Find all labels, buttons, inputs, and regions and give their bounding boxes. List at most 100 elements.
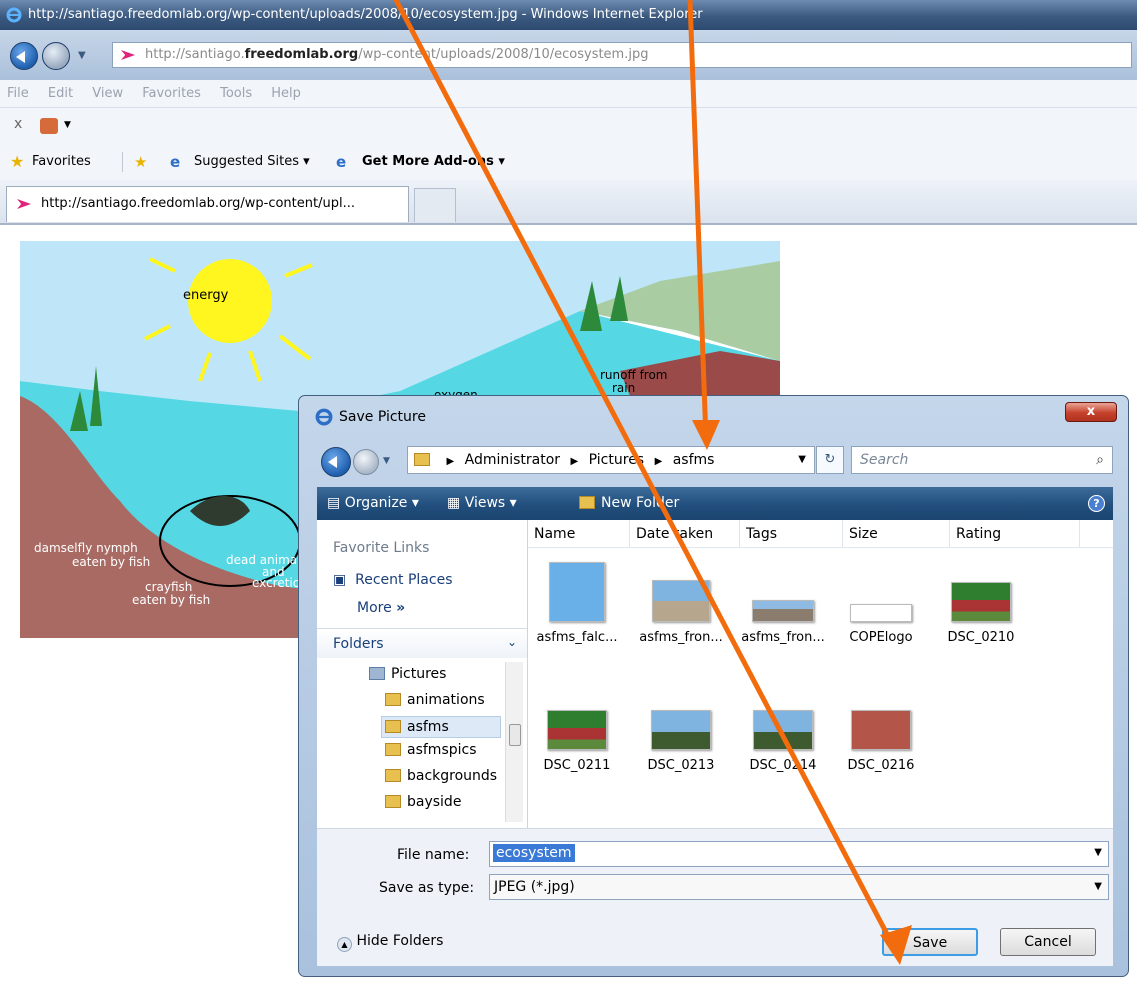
new-folder-label: New Folder <box>601 495 680 511</box>
column-name[interactable]: Name <box>528 520 630 548</box>
new-folder-button[interactable]: New Folder <box>579 487 679 520</box>
file-thumbnail <box>652 580 710 622</box>
folder-backgrounds[interactable]: backgrounds <box>385 768 503 784</box>
help-icon[interactable]: ? <box>1088 495 1105 512</box>
file-name: DSC_0216 <box>847 758 915 773</box>
scrollbar-thumb[interactable] <box>509 724 521 746</box>
breadcrumb-asfms[interactable]: asfms <box>673 452 715 468</box>
add-favorites-icon[interactable]: ★ <box>134 144 147 180</box>
folder-bayside[interactable]: bayside <box>385 794 461 810</box>
more-chevron-icon: » <box>396 600 406 616</box>
column-size[interactable]: Size <box>843 520 950 548</box>
folder-label: asfmspics <box>407 742 477 758</box>
get-addons-button[interactable]: Get More Add-ons ▾ <box>362 144 505 180</box>
recent-locations-icon[interactable]: ▼ <box>383 456 390 466</box>
file-item[interactable]: DSC_0211 <box>528 710 626 773</box>
forward-button[interactable] <box>42 42 70 70</box>
file-item[interactable]: COPElogo <box>832 562 930 645</box>
file-name: DSC_0210 <box>947 630 1015 645</box>
folder-label: bayside <box>407 794 462 810</box>
address-bar[interactable]: http://santiago.freedomlab.org/wp-conten… <box>112 42 1132 68</box>
menu-tools[interactable]: Tools <box>220 86 252 101</box>
file-name: DSC_0214 <box>749 758 817 773</box>
folder-icon <box>385 795 401 808</box>
file-item[interactable]: asfms_fron... <box>734 562 832 645</box>
breadcrumb-administrator[interactable]: Administrator <box>465 452 560 468</box>
tab-label: http://santiago.freedomlab.org/wp-conten… <box>41 196 355 211</box>
search-input[interactable]: Search ⌕ <box>851 446 1113 474</box>
menu-edit[interactable]: Edit <box>48 86 73 101</box>
recent-places-link[interactable]: ▣ Recent Places <box>333 572 453 588</box>
folder-icon <box>414 453 430 466</box>
chevron-down-icon[interactable]: ▼ <box>64 120 71 130</box>
more-link[interactable]: More » <box>357 600 405 616</box>
folder-pictures[interactable]: Pictures <box>369 666 446 682</box>
dialog-back-button[interactable] <box>321 447 351 477</box>
close-x-icon[interactable]: x <box>14 116 22 132</box>
new-tab-button[interactable] <box>414 188 456 222</box>
browser-title: http://santiago.freedomlab.org/wp-conten… <box>28 7 703 22</box>
hide-folders-label: Hide Folders <box>356 933 444 949</box>
views-label: Views <box>464 495 506 511</box>
refresh-button[interactable]: ↻ <box>816 446 844 474</box>
chevron-down-icon[interactable]: ▼ <box>798 447 806 473</box>
menu-file[interactable]: File <box>7 86 29 101</box>
file-name-value: ecosystem <box>493 844 575 862</box>
divider <box>122 152 123 172</box>
menu-view[interactable]: View <box>92 86 123 101</box>
more-label: More <box>357 600 392 616</box>
dialog-close-button[interactable]: x <box>1065 402 1117 422</box>
toolbar-tool-icon[interactable] <box>40 118 58 134</box>
address-domain: freedomlab.org <box>244 47 359 62</box>
organize-button[interactable]: ▤ Organize ▾ <box>327 487 419 520</box>
file-item[interactable]: DSC_0213 <box>632 710 730 773</box>
file-name-field[interactable]: ecosystem ▼ <box>489 841 1109 867</box>
chevron-down-icon: ▼ <box>1094 881 1102 892</box>
save-picture-dialog: Save Picture x ▼ ▶ Administrator ▶ Pictu… <box>298 395 1129 977</box>
folder-label: animations <box>407 692 485 708</box>
history-dropdown-icon[interactable]: ▼ <box>78 50 86 61</box>
file-item[interactable]: asfms_falc... <box>528 562 626 645</box>
folders-header[interactable]: Folders ⌄ <box>317 628 527 658</box>
site-favicon-icon <box>121 50 135 60</box>
search-icon[interactable]: ⌕ <box>1096 447 1104 473</box>
suggested-sites-label: Suggested Sites <box>194 154 299 169</box>
breadcrumb[interactable]: ▶ Administrator ▶ Pictures ▶ asfms ▼ <box>407 446 815 474</box>
menu-help[interactable]: Help <box>271 86 301 101</box>
hide-folders-button[interactable]: ▲ Hide Folders <box>337 933 443 952</box>
back-button[interactable] <box>10 42 38 70</box>
cancel-button[interactable]: Cancel <box>1000 928 1096 956</box>
favorites-button[interactable]: Favorites <box>32 144 91 180</box>
file-thumbnail <box>651 710 711 750</box>
tab-active[interactable]: http://santiago.freedomlab.org/wp-conten… <box>6 186 409 222</box>
file-item[interactable]: DSC_0210 <box>932 562 1030 645</box>
file-name: asfms_falc... <box>536 630 618 645</box>
menu-favorites[interactable]: Favorites <box>142 86 201 101</box>
chevron-down-icon[interactable]: ▼ <box>1094 847 1102 858</box>
views-button[interactable]: ▦ Views ▾ <box>447 487 517 520</box>
column-tags[interactable]: Tags <box>740 520 843 548</box>
folder-label: backgrounds <box>407 768 498 784</box>
breadcrumb-pictures[interactable]: Pictures <box>589 452 644 468</box>
folder-asfmspics[interactable]: asfmspics <box>385 742 477 758</box>
column-rating[interactable]: Rating <box>950 520 1080 548</box>
favorites-star-icon: ★ <box>10 152 25 171</box>
folder-asfms[interactable]: asfms <box>381 716 501 738</box>
save-button[interactable]: Save <box>882 928 978 956</box>
recent-places-icon: ▣ <box>333 572 347 588</box>
file-thumbnail <box>753 710 813 750</box>
column-date-taken[interactable]: Date taken <box>630 520 740 548</box>
file-item[interactable]: asfms_fron... <box>632 562 730 645</box>
folder-scrollbar[interactable] <box>505 662 523 822</box>
file-item[interactable]: DSC_0214 <box>734 710 832 773</box>
folder-animations[interactable]: animations <box>385 692 485 708</box>
save-as-type-select[interactable]: JPEG (*.jpg) ▼ <box>489 874 1109 900</box>
back-arrow-icon <box>328 456 337 468</box>
dialog-forward-button[interactable] <box>353 449 379 475</box>
save-label: Save <box>912 935 948 951</box>
file-name: DSC_0213 <box>647 758 715 773</box>
tab-bar: http://santiago.freedomlab.org/wp-conten… <box>0 180 1137 225</box>
suggested-sites-button[interactable]: Suggested Sites ▾ <box>194 144 310 180</box>
search-placeholder: Search <box>860 452 909 468</box>
file-item[interactable]: DSC_0216 <box>832 710 930 773</box>
